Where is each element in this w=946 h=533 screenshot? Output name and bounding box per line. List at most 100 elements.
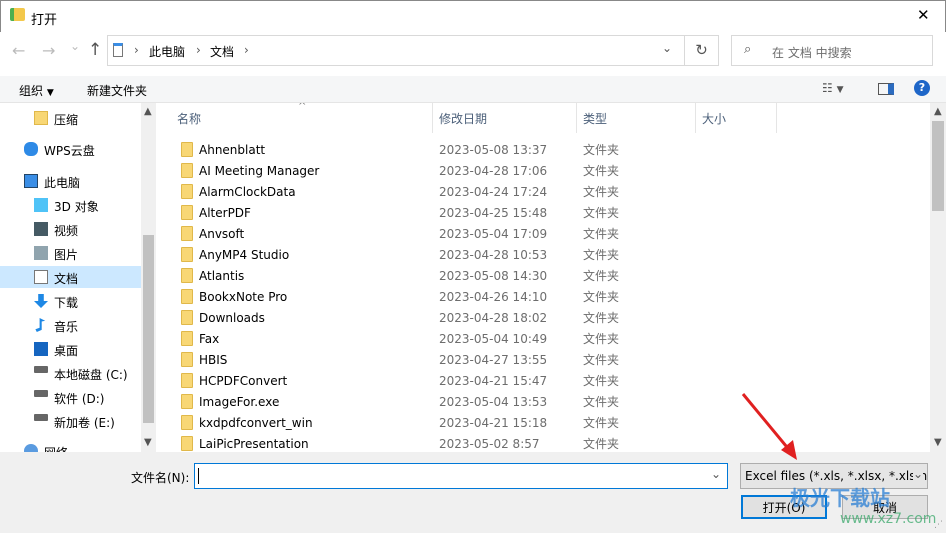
file-type: 文件夹 [583, 269, 620, 283]
download-icon [34, 294, 48, 308]
file-type: 文件夹 [583, 290, 620, 304]
file-row[interactable]: AlterPDF 2023-04-25 15:48 文件夹 [158, 202, 930, 223]
recent-locations-button[interactable]: ⌄ [70, 39, 80, 53]
folder-icon [181, 415, 193, 430]
file-row[interactable]: Downloads 2023-04-28 18:02 文件夹 [158, 307, 930, 328]
refresh-button[interactable]: ↻ [685, 35, 719, 66]
column-type[interactable]: 类型 [577, 103, 696, 133]
file-row[interactable]: AlarmClockData 2023-04-24 17:24 文件夹 [158, 181, 930, 202]
file-date: 2023-04-27 13:55 [439, 352, 548, 367]
sidebar-item[interactable]: 视频 [0, 218, 141, 240]
column-size[interactable]: 大小 [696, 103, 777, 133]
file-type: 文件夹 [583, 353, 620, 367]
drive-icon [34, 366, 48, 373]
new-folder-button[interactable]: 新建文件夹 [87, 82, 147, 99]
sidebar-scrollbar[interactable]: ▲ ▼ [141, 103, 156, 452]
sidebar-item[interactable]: 此电脑 [0, 170, 141, 192]
file-row[interactable]: BookxNote Pro 2023-04-26 14:10 文件夹 [158, 286, 930, 307]
navigation-bar: ← → ⌄ ↑ › 此电脑 › 文档 › ⌄ ↻ ⌕ 在 文档 中搜索 [0, 32, 946, 72]
close-button[interactable]: ✕ [917, 6, 930, 24]
file-date: 2023-05-08 14:30 [439, 268, 548, 283]
file-name: Atlantis [199, 268, 245, 283]
file-row[interactable]: LaiPicPresentation 2023-05-02 8:57 文件夹 [158, 433, 930, 452]
folder-icon [181, 436, 193, 451]
sidebar-item[interactable]: 软件 (D:) [0, 386, 141, 408]
scroll-down-icon[interactable]: ▼ [934, 437, 942, 448]
folder-icon [181, 226, 193, 241]
drive-icon [34, 390, 48, 397]
file-name: AlterPDF [199, 205, 251, 220]
chevron-down-icon[interactable]: ⌄ [711, 467, 721, 481]
search-icon: ⌕ [744, 42, 752, 57]
scroll-down-icon[interactable]: ▼ [144, 437, 152, 448]
column-date[interactable]: 修改日期 [433, 103, 577, 133]
file-list-scrollbar[interactable]: ▲ ▼ [930, 103, 946, 452]
file-row[interactable]: AnyMP4 Studio 2023-04-28 10:53 文件夹 [158, 244, 930, 265]
cloud-icon [24, 142, 38, 156]
file-name: Anvsoft [199, 226, 245, 241]
window-title: 打开 [31, 13, 58, 28]
forward-button[interactable]: → [42, 41, 55, 60]
file-row[interactable]: ImageFor.exe 2023-05-04 13:53 文件夹 [158, 391, 930, 412]
search-input[interactable]: ⌕ 在 文档 中搜索 [731, 35, 933, 66]
sidebar-item[interactable]: 本地磁盘 (C:) [0, 362, 141, 384]
file-row[interactable]: Anvsoft 2023-05-04 17:09 文件夹 [158, 223, 930, 244]
breadcrumb-documents[interactable]: 文档 [210, 43, 234, 60]
address-bar[interactable]: › 此电脑 › 文档 › ⌄ [107, 35, 685, 66]
sidebar-item[interactable]: 文档 [0, 266, 141, 288]
breadcrumb-separator: › [244, 43, 249, 57]
file-name: Ahnenblatt [199, 142, 266, 157]
refresh-icon: ↻ [695, 41, 708, 59]
folder-icon [181, 268, 193, 283]
filename-input[interactable]: ⌄ [194, 463, 728, 489]
sidebar-item[interactable]: 3D 对象 [0, 194, 141, 216]
file-date: 2023-04-24 17:24 [439, 184, 548, 199]
file-date: 2023-04-25 15:48 [439, 205, 548, 220]
organize-menu[interactable]: 组织 ▼ [19, 82, 54, 99]
back-button[interactable]: ← [12, 41, 25, 60]
scroll-up-icon[interactable]: ▲ [934, 106, 942, 117]
sidebar-item-label: WPS云盘 [44, 144, 95, 158]
sidebar-item[interactable]: WPS云盘 [0, 138, 141, 160]
file-row[interactable]: Ahnenblatt 2023-05-08 13:37 文件夹 [158, 139, 930, 160]
up-button[interactable]: ↑ [88, 40, 102, 60]
file-name: BookxNote Pro [199, 289, 288, 304]
sidebar-item[interactable]: 图片 [0, 242, 141, 264]
file-name: Fax [199, 331, 220, 346]
help-icon[interactable]: ? [914, 80, 930, 96]
red-arrow-annotation [741, 393, 797, 460]
sidebar-item[interactable]: 新加卷 (E:) [0, 410, 141, 432]
folder-icon [181, 394, 193, 409]
scroll-up-icon[interactable]: ▲ [144, 106, 152, 117]
sidebar-item[interactable]: 下载 [0, 290, 141, 312]
file-type: 文件夹 [583, 437, 620, 451]
scrollbar-thumb[interactable] [143, 235, 154, 423]
view-options-button[interactable]: ☷ ▼ [822, 81, 844, 95]
file-date: 2023-04-21 15:18 [439, 415, 548, 430]
sidebar-item[interactable]: 网络 [0, 440, 141, 452]
file-name: AI Meeting Manager [199, 163, 320, 178]
folder-icon [181, 289, 193, 304]
document-icon [113, 43, 123, 57]
file-type: 文件夹 [583, 143, 620, 157]
file-row[interactable]: Fax 2023-05-04 10:49 文件夹 [158, 328, 930, 349]
file-type: 文件夹 [583, 416, 620, 430]
file-row[interactable]: Atlantis 2023-05-08 14:30 文件夹 [158, 265, 930, 286]
file-row[interactable]: AI Meeting Manager 2023-04-28 17:06 文件夹 [158, 160, 930, 181]
file-row[interactable]: HCPDFConvert 2023-04-21 15:47 文件夹 [158, 370, 930, 391]
breadcrumb-this-pc[interactable]: 此电脑 [149, 43, 185, 60]
sidebar-item-label: 软件 (D:) [54, 392, 105, 406]
sidebar-item[interactable]: 桌面 [0, 338, 141, 360]
preview-pane-button[interactable] [878, 83, 894, 95]
file-row[interactable]: kxdpdfconvert_win 2023-04-21 15:18 文件夹 [158, 412, 930, 433]
file-row[interactable]: HBIS 2023-04-27 13:55 文件夹 [158, 349, 930, 370]
sidebar-item[interactable]: 音乐 [0, 314, 141, 336]
scrollbar-thumb[interactable] [932, 121, 944, 211]
filename-label: 文件名(N): [131, 471, 190, 485]
file-date: 2023-05-08 13:37 [439, 142, 548, 157]
sidebar-item[interactable]: 压缩 [0, 107, 141, 129]
chevron-down-icon[interactable]: ⌄ [662, 41, 672, 55]
sidebar-item-label: 音乐 [54, 320, 79, 334]
watermark: 极光下载站 www.xz7.com [790, 482, 936, 527]
file-type: 文件夹 [583, 227, 620, 241]
